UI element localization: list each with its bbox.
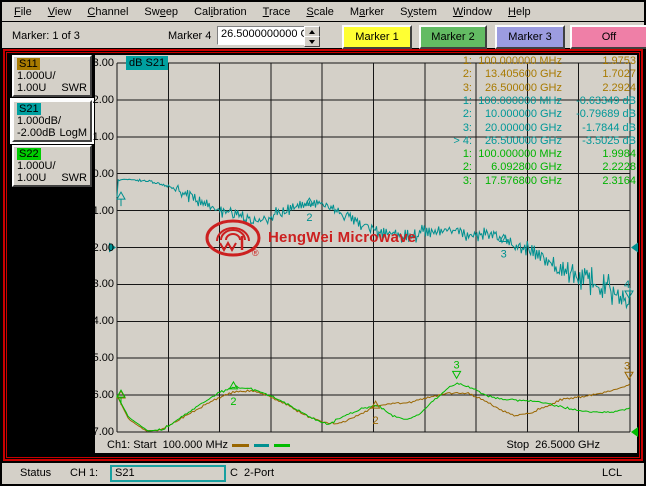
- logo-registered-mark: ®: [252, 248, 259, 258]
- menu-sweep[interactable]: Sweep: [136, 4, 186, 20]
- marker-readout-row: 2: 13.405600 GHz 1.7027: [462, 68, 636, 81]
- y-tick: 1.00: [92, 130, 114, 143]
- marker-readout-row: 2: 10.000000 GHz -0.79689 dB: [462, 108, 636, 121]
- marker-readout-row: 1: 100.000000 MHz 1.9984: [462, 148, 636, 161]
- marker3-button[interactable]: Marker 3: [495, 25, 565, 49]
- menu-window[interactable]: Window: [445, 4, 500, 20]
- marker1-button[interactable]: Marker 1: [342, 25, 412, 49]
- s11-format: SWR: [61, 82, 87, 94]
- marker-readout-row: > 4: 26.500000 GHz -3.5025 dB: [453, 134, 636, 147]
- menu-trace[interactable]: Trace: [255, 4, 299, 20]
- legend-dash-s22: [274, 444, 290, 447]
- marker-readout-row: 3: 20.000000 GHz -1.7844 dB: [462, 121, 636, 134]
- menu-calibration[interactable]: Calibration: [186, 4, 255, 20]
- marker-toolbar: Marker: 1 of 3 Marker 4 26.5000000000 GH…: [2, 22, 646, 50]
- menu-view[interactable]: View: [40, 4, 80, 20]
- s22-ref: 1.00U: [17, 172, 47, 184]
- marker-readout-row: 1: 100.000000 MHz -0.63349 dB: [462, 94, 636, 107]
- y-tick: -1.00: [88, 204, 114, 217]
- y-tick: -2.00: [88, 241, 114, 254]
- menu-file[interactable]: File: [6, 4, 40, 20]
- y-tick: -6.00: [88, 389, 114, 402]
- trace-format-chip: dB S21: [126, 56, 169, 70]
- marker4-spinner: [304, 26, 320, 47]
- y-tick: 3.00: [92, 57, 114, 69]
- marker-readout-row: 1: 100.000000 MHz 1.9753: [462, 55, 636, 67]
- legend-dash-s21: [254, 444, 269, 447]
- menu-help[interactable]: Help: [500, 4, 539, 20]
- s21-ref: -2.00dB: [17, 127, 56, 139]
- stop-frequency-label: Stop 26.5000 GHz: [506, 439, 600, 451]
- s11-chip: S11: [17, 58, 40, 70]
- menu-marker[interactable]: Marker: [342, 4, 392, 20]
- marker-readout-row: 3: 17.576800 GHz 2.3164: [462, 174, 636, 187]
- menu-system[interactable]: System: [392, 4, 445, 20]
- marker4-label: Marker 4: [168, 30, 212, 42]
- marker-off-button[interactable]: Off: [570, 25, 646, 49]
- sidebar-trace-s22-button[interactable]: S22 1.000U/ 1.00U SWR: [12, 145, 92, 187]
- local-mode-indicator: LCL: [602, 467, 623, 479]
- y-tick: -7.00: [88, 426, 114, 438]
- y-tick: -4.00: [88, 315, 114, 328]
- s11-ref: 1.00U: [17, 82, 47, 94]
- menu-bar: File View Channel Sweep Calibration Trace Scal…: [2, 2, 644, 22]
- y-tick: 2.00: [92, 93, 114, 106]
- y-tick: 0.00: [92, 167, 114, 180]
- logo-text: HengWei Microwave: [268, 229, 417, 246]
- cal-status: C 2-Port: [230, 467, 275, 479]
- spinner-down-icon[interactable]: [304, 36, 320, 47]
- y-tick: -3.00: [88, 278, 114, 291]
- marker-status-text: Marker: 1 of 3: [12, 30, 80, 42]
- menu-channel[interactable]: Channel: [79, 4, 136, 20]
- start-frequency-label: Ch1: Start 100.000 MHz: [107, 439, 229, 451]
- marker-readout-row: 3: 26.500000 GHz 2.2924: [462, 81, 636, 94]
- marker4-frequency-input[interactable]: 26.5000000000 GHz: [217, 26, 305, 45]
- channel-label: CH 1:: [70, 467, 99, 479]
- status-label: Status: [20, 467, 52, 479]
- legend-dash-s11: [232, 444, 249, 447]
- measurement-box: S21: [110, 465, 226, 482]
- s21-scale: 1.000dB/: [17, 115, 62, 127]
- status-bar: Status CH 1: S21 C 2-Port LCL: [2, 463, 644, 484]
- s11-scale: 1.000U/: [17, 70, 56, 82]
- y-tick: -5.00: [88, 352, 114, 365]
- menu-scale[interactable]: Scale: [298, 4, 342, 20]
- s22-chip: S22: [17, 148, 41, 160]
- marker-readout-row: 2: 6.092800 GHz 2.2228: [462, 161, 636, 174]
- marker2-button[interactable]: Marker 2: [419, 25, 487, 49]
- s21-chip: S21: [17, 103, 41, 115]
